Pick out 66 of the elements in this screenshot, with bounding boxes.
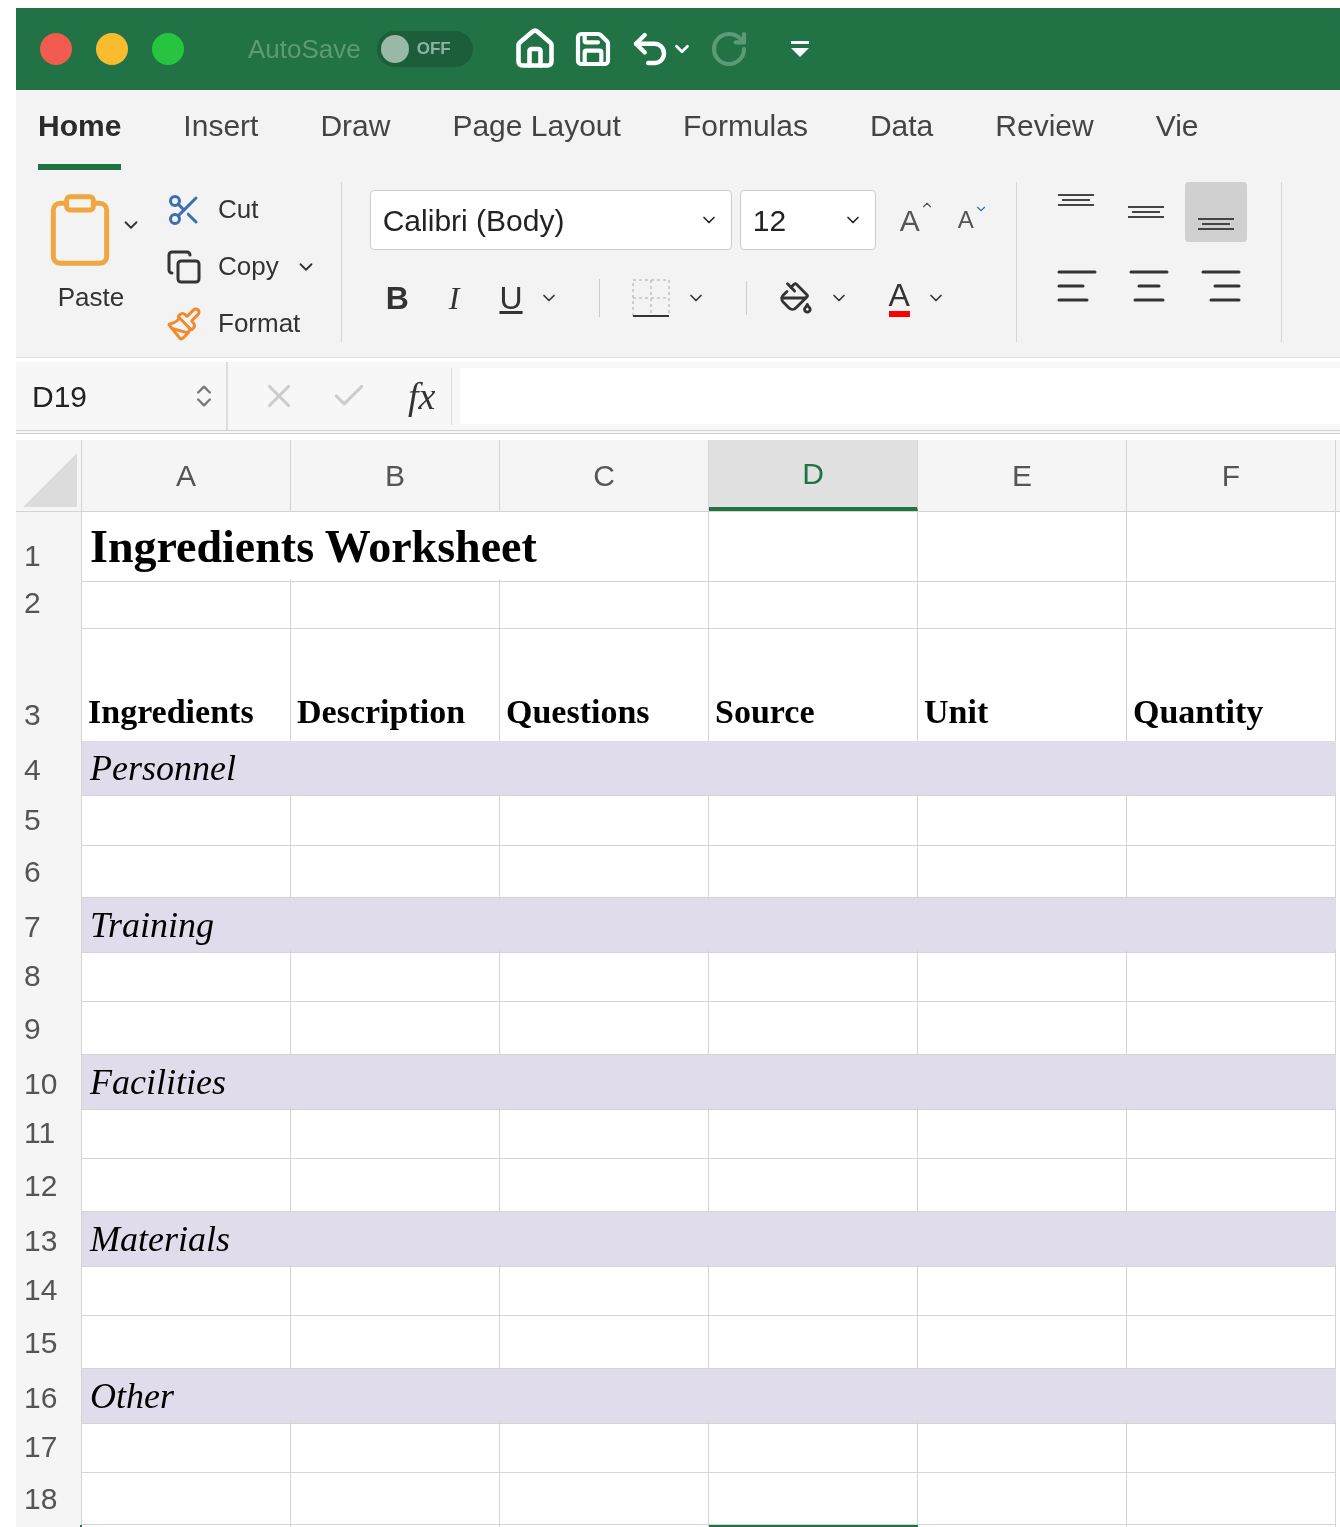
paste-button[interactable]: Paste — [40, 182, 142, 342]
increase-font-size-button[interactable]: A — [899, 197, 934, 243]
ribbon-tab[interactable]: Insert — [183, 103, 259, 170]
row-number[interactable]: 8 — [16, 950, 82, 1003]
font-color-button[interactable]: A — [888, 279, 946, 317]
column-heading-cell-text: Description — [297, 692, 466, 732]
ribbon-tab[interactable]: Review — [995, 103, 1094, 170]
row-number[interactable]: 16 — [16, 1368, 82, 1424]
row-number[interactable]: 15 — [16, 1316, 82, 1369]
ribbon-tab[interactable]: Data — [869, 103, 934, 170]
row-number[interactable]: 9 — [16, 1002, 82, 1055]
section-cell-text: Personnel — [90, 747, 236, 790]
font-size-dropdown[interactable]: 12 — [739, 190, 876, 250]
name-box[interactable]: D19 — [32, 373, 88, 419]
ribbon-tab[interactable]: Page Layout — [452, 103, 621, 170]
ribbon-tab[interactable]: Vie — [1155, 103, 1199, 170]
column-heading-cell-text: Source — [715, 692, 815, 732]
ribbon-tab[interactable]: Draw — [320, 103, 391, 170]
maximize-window-icon[interactable] — [152, 33, 184, 65]
row-number[interactable]: 5 — [16, 793, 82, 846]
customize-toolbar-icon[interactable] — [788, 38, 811, 60]
column-header[interactable]: D — [709, 440, 918, 511]
column-heading-cell-text: Questions — [506, 692, 650, 732]
row-number[interactable]: 18 — [16, 1473, 82, 1526]
align-lines-icon — [1127, 206, 1164, 218]
bold-button[interactable]: B — [385, 274, 409, 322]
column-heading-cell-text: Ingredients — [88, 692, 254, 732]
column-heading-cell-text: Unit — [924, 692, 989, 732]
row-number[interactable]: 4 — [16, 741, 82, 796]
paintbrush-icon — [166, 305, 202, 342]
align-lines-icon — [1057, 194, 1094, 206]
column-header[interactable]: F — [1127, 440, 1336, 511]
font-name-dropdown[interactable]: Calibri (Body) — [369, 190, 732, 250]
column-header[interactable]: B — [291, 440, 500, 511]
column-header[interactable]: A — [82, 440, 291, 511]
column-header[interactable]: E — [918, 440, 1127, 511]
row-number[interactable]: 12 — [16, 1159, 82, 1212]
row-number[interactable]: 3 — [16, 629, 82, 741]
ribbon-tab[interactable]: Formulas — [682, 103, 808, 170]
row-number[interactable]: 6 — [16, 845, 82, 898]
row-number[interactable]: 10 — [16, 1054, 82, 1110]
copy-icon — [166, 248, 202, 285]
insert-function-button[interactable]: fx — [408, 367, 453, 425]
section-cell-text: Training — [90, 903, 215, 947]
paint-bucket-icon — [778, 281, 813, 315]
decrease-font-size-button[interactable]: A — [957, 202, 988, 238]
section-cell-text: Other — [90, 1374, 174, 1418]
row-number[interactable]: 13 — [16, 1211, 82, 1267]
align-lines-icon — [1197, 218, 1234, 230]
copy-button[interactable]: Copy — [166, 247, 317, 286]
italic-button[interactable]: I — [448, 274, 460, 322]
vertical-align-button[interactable] — [1184, 182, 1247, 242]
underline-button[interactable]: U — [499, 274, 559, 322]
format-painter-button[interactable]: Format — [166, 304, 317, 343]
minimize-window-icon[interactable] — [96, 33, 128, 65]
autosave-label: AutoSave — [248, 32, 361, 66]
section-cell-text: Materials — [90, 1217, 230, 1261]
row-number[interactable]: 2 — [16, 579, 82, 629]
row-number[interactable]: 1 — [16, 512, 82, 582]
sheet-title-cell-text: Ingredients Worksheet — [90, 520, 537, 574]
borders-icon — [631, 279, 670, 317]
cut-button[interactable]: Cut — [166, 190, 317, 229]
row-number[interactable]: 7 — [16, 897, 82, 953]
column-heading-cell-text: Quantity — [1133, 692, 1264, 732]
section-cell-text: Facilities — [90, 1060, 226, 1104]
row-number[interactable]: 11 — [16, 1107, 82, 1160]
